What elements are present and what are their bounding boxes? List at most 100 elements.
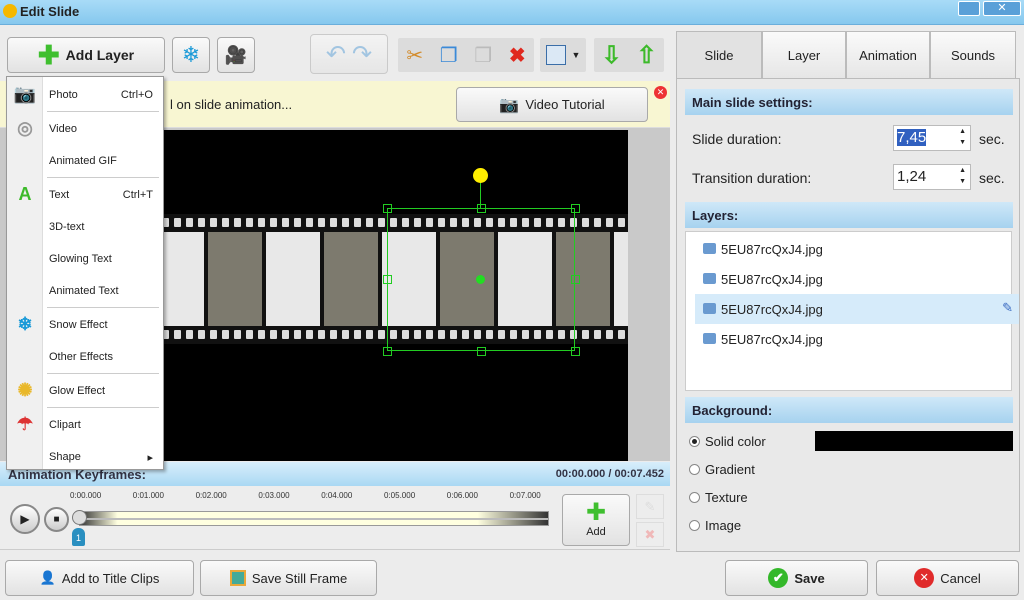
video-camera-button[interactable]: 🎥 [217,37,255,73]
save-still-frame-button[interactable]: Save Still Frame [200,560,377,596]
webcam-icon: 📷 [499,96,520,114]
menu-item-photo[interactable]: 📷 Photo Ctrl+O [7,81,163,109]
menu-item-shape[interactable]: Shape ▸ [7,443,163,471]
photo-icon [703,333,716,344]
rotate-handle[interactable] [473,168,488,183]
undo-redo-group: ↶ ↷ [310,34,388,74]
timeline-time: 00:00.000 / 00:07.452 [555,468,664,480]
menu-item-snow-effect[interactable]: ❄ Snow Effect [7,311,163,339]
resize-handle[interactable] [383,347,392,356]
timeline-tick-label: 0:01.000 [132,491,164,500]
edit-pencil-icon[interactable]: ✎ [1002,300,1013,316]
resize-handle[interactable] [571,275,580,284]
center-handle[interactable] [476,275,485,284]
slide-duration-input[interactable]: 7,45 ▲ ▼ [893,125,971,151]
video-tutorial-button[interactable]: 📷 Video Tutorial [456,87,648,122]
umbrella-icon: ☂ [16,414,34,434]
add-keyframe-button[interactable]: ✚ Add [562,494,630,546]
background-color-swatch[interactable] [815,431,1013,451]
title-bar: Edit Slide ✕ [0,0,1024,25]
add-layer-button[interactable]: ✚ Add Layer [7,37,165,73]
layers-list: 5EU87rcQxJ4.jpg 5EU87rcQxJ4.jpg 5EU87rcQxJ… [685,231,1019,391]
menu-item-glow-effect[interactable]: ✺ Glow Effect [7,377,163,405]
add-layer-menu: 📷 Photo Ctrl+O ◎ Video Animated GIF A Text Ctrl+… [6,76,164,470]
transition-duration-input[interactable]: 1,24 ▲ ▼ [893,164,971,190]
menu-item-text[interactable]: A Text Ctrl+T [7,181,163,209]
layer-item[interactable]: 5EU87rcQxJ4.jpg [695,234,1019,264]
camera-icon: 📷 [13,84,37,104]
timeline-tick-label: 0:04.000 [321,491,353,500]
menu-item-animated-text[interactable]: Animated Text [7,277,163,305]
snow-effect-button[interactable]: ❄ [172,37,210,73]
layer-item[interactable]: 5EU87rcQxJ4.jpg [695,264,1019,294]
menu-item-other-effects[interactable]: Other Effects [7,343,163,371]
layer-item[interactable]: 5EU87rcQxJ4.jpg ✎ [695,294,1019,324]
snowflake-icon: ❄ [181,42,201,67]
delete-keyframe-icon[interactable]: ✖ [636,522,664,547]
tab-layer[interactable]: Layer [762,31,846,78]
photo-icon [703,303,716,314]
snowflake-icon: ❄ [17,314,33,334]
tab-slide[interactable]: Slide [676,31,762,78]
background-option-solid-color[interactable]: Solid color [689,434,766,449]
edit-keyframe-icon[interactable]: ✎ [636,494,664,519]
tab-animation[interactable]: Animation [846,31,930,78]
fit-icon [545,45,566,65]
resize-handle[interactable] [571,347,580,356]
add-to-title-clips-button[interactable]: 👤 Add to Title Clips [5,560,194,596]
cut-icon[interactable]: ✂ [406,43,423,68]
menu-item-animated-gif[interactable]: Animated GIF [7,147,163,175]
close-button[interactable]: ✕ [983,1,1021,16]
background-option-texture[interactable]: Texture [689,490,748,505]
tab-sounds[interactable]: Sounds [930,31,1016,78]
menu-item-video[interactable]: ◎ Video [7,115,163,143]
background-option-image[interactable]: Image [689,518,741,533]
plus-icon: ✚ [585,499,607,526]
resize-handle[interactable] [477,347,486,356]
stop-button[interactable]: ■ [44,507,69,532]
timeline-tick-label: 0:06.000 [446,491,478,500]
delete-icon[interactable]: ✖ [509,43,526,68]
film-frame [208,232,262,326]
timeline-track[interactable] [79,511,549,526]
paste-icon[interactable]: ❐ [474,43,492,68]
playhead[interactable] [72,510,87,525]
menu-item-glowing-text[interactable]: Glowing Text [7,245,163,273]
menu-item-clipart[interactable]: ☂ Clipart [7,411,163,439]
film-frame [160,232,204,326]
close-hint-icon[interactable]: ✕ [654,86,667,99]
restore-button[interactable] [958,1,980,16]
menu-separator [47,111,159,112]
film-reel-icon: ◎ [17,118,33,138]
background-option-gradient[interactable]: Gradient [689,462,755,477]
slide-canvas[interactable] [160,130,628,461]
film-frame [266,232,320,326]
copy-icon[interactable]: ❐ [440,43,458,68]
undo-icon[interactable]: ↶ [326,40,346,69]
menu-separator [47,177,159,178]
move-up-icon[interactable]: ⇧ [636,41,656,70]
hint-text: l on slide animation... [170,97,293,112]
fit-dropdown[interactable]: ▼ [540,38,586,72]
timeline-tick-label: 0:00.000 [70,491,102,500]
timeline-tick-label: 0:07.000 [509,491,541,500]
resize-handle[interactable] [383,204,392,213]
play-button[interactable]: ▶ [10,504,40,534]
resize-handle[interactable] [383,275,392,284]
layer-item[interactable]: 5EU87rcQxJ4.jpg [695,324,1019,354]
sparkle-icon: ✺ [17,380,33,400]
person-add-icon: 👤 [39,570,56,585]
menu-item-3d-text[interactable]: 3D-text [7,213,163,241]
move-down-icon[interactable]: ⇩ [601,41,621,70]
cancel-icon: ✕ [914,568,935,588]
film-frame [614,232,628,326]
cancel-button[interactable]: ✕ Cancel [876,560,1019,596]
picture-icon [229,570,246,586]
film-frame [324,232,378,326]
photo-icon [703,273,716,284]
resize-handle[interactable] [571,204,580,213]
resize-handle[interactable] [477,204,486,213]
save-button[interactable]: ✔ Save [725,560,868,596]
keyframe-marker[interactable]: 1 [72,528,85,546]
redo-icon[interactable]: ↷ [352,40,372,69]
